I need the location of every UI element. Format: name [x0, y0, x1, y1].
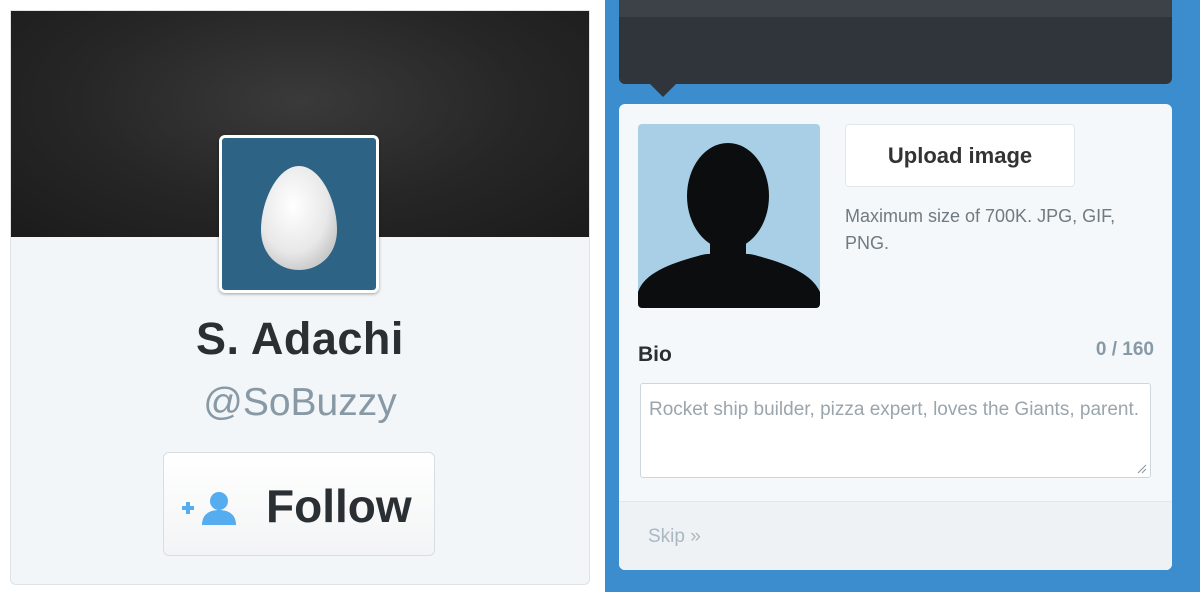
resize-grip-icon[interactable] — [1137, 464, 1147, 474]
follow-button[interactable]: Follow — [163, 452, 435, 556]
profile-avatar[interactable] — [219, 135, 379, 293]
bio-label: Bio — [638, 343, 672, 366]
display-name: S. Adachi — [196, 313, 404, 364]
egg-icon — [261, 166, 337, 270]
bio-character-counter: 0 / 160 — [1095, 339, 1154, 360]
card-footer: Skip » — [619, 501, 1172, 570]
follow-label: Follow — [266, 480, 412, 532]
top-dark-bar — [619, 0, 1172, 84]
default-person-silhouette-icon — [638, 143, 820, 308]
profile-card: S. Adachi @SoBuzzy Follow — [10, 10, 590, 585]
profile-photo-placeholder[interactable] — [638, 124, 820, 308]
setup-profile-panel: Upload image Maximum size of 700K. JPG, … — [605, 0, 1200, 592]
upload-image-button[interactable]: Upload image — [845, 124, 1075, 187]
add-user-icon — [182, 492, 236, 525]
skip-link[interactable]: Skip » — [648, 526, 701, 548]
user-handle[interactable]: @SoBuzzy — [11, 381, 589, 425]
speech-pointer — [649, 83, 677, 97]
upload-size-hint: Maximum size of 700K. JPG, GIF, PNG. — [845, 206, 1116, 253]
bio-placeholder-text: Rocket ship builder, pizza expert, loves… — [649, 399, 1140, 420]
bio-textarea[interactable]: Rocket ship builder, pizza expert, loves… — [640, 383, 1151, 478]
profile-setup-card: Upload image Maximum size of 700K. JPG, … — [619, 104, 1172, 570]
